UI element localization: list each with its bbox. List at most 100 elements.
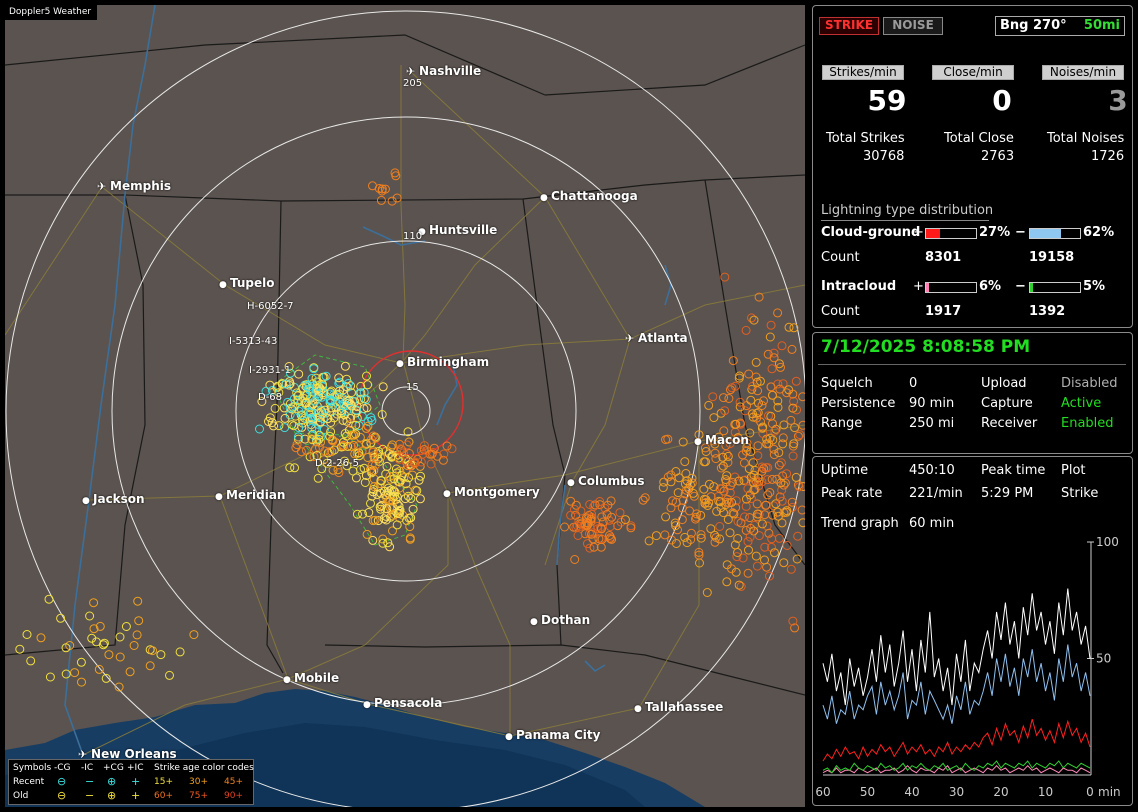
- strike-symbol: [716, 463, 726, 473]
- strike-symbol: [759, 396, 768, 406]
- strike-symbol: [720, 272, 730, 282]
- strike-symbol: [753, 386, 763, 396]
- strike-symbol: [798, 518, 805, 528]
- trend-graph: 1005060 50 40 30 20 10 0 min: [815, 535, 1120, 799]
- strike-symbol: [776, 458, 786, 468]
- city-name: Dothan: [541, 613, 591, 627]
- strike-symbol: [362, 529, 372, 539]
- strike-symbol: [746, 395, 756, 405]
- strike-symbol: [406, 494, 416, 503]
- strike-symbol: [787, 344, 797, 354]
- strike-symbol: [725, 528, 735, 538]
- age-recent-2: 30+: [189, 777, 208, 787]
- y-tick-label: 50: [1096, 652, 1111, 666]
- airport-icon: ✈: [625, 332, 639, 345]
- strike-symbol: [762, 521, 772, 531]
- city-dot-icon: ●: [396, 359, 407, 369]
- datetime: 7/12/2025 8:08:58 PM: [821, 337, 1031, 357]
- intracloud-pos-fill: [926, 283, 929, 292]
- capture-value: Active: [1061, 396, 1102, 411]
- strike-symbol: [741, 501, 751, 511]
- app-title: Doppler5 Weather: [5, 5, 98, 20]
- plot-value[interactable]: Strike: [1061, 486, 1098, 501]
- strike-symbol: [663, 472, 673, 482]
- strike-symbol: [270, 403, 280, 413]
- bearing-range-box[interactable]: Bng 270° 50mi: [995, 16, 1125, 36]
- strike-symbol: [313, 473, 323, 483]
- range-value: 50mi: [1083, 18, 1120, 33]
- city-dot-icon: ●: [634, 704, 645, 714]
- x-tick-label: 10: [1038, 785, 1053, 799]
- upload-value: Disabled: [1061, 376, 1118, 391]
- legend-symbols-label: Symbols: [13, 763, 52, 773]
- strike-symbol: [680, 457, 690, 467]
- close-per-min-value: 0: [992, 84, 1012, 117]
- city-name: Chattanooga: [551, 189, 638, 203]
- strikes-per-min-value: 59: [867, 84, 907, 117]
- strike-symbol: [94, 664, 104, 674]
- total-close-value: 2763: [981, 149, 1015, 164]
- x-tick-label: 30: [949, 785, 964, 799]
- ring-distance-label: 15: [406, 382, 419, 393]
- peak-time-label: Peak time: [981, 463, 1046, 478]
- strike-symbol: [767, 474, 777, 484]
- trend-series-0: [822, 588, 1091, 706]
- strike-symbol: [753, 441, 763, 451]
- trend-graph-label: Trend graph: [821, 516, 899, 531]
- noise-button[interactable]: NOISE: [883, 17, 943, 35]
- strike-symbol: [129, 641, 139, 650]
- strike-symbol: [791, 472, 801, 482]
- city-panama-city: ● Panama City: [505, 728, 600, 742]
- strike-symbol: [76, 657, 86, 667]
- receiver-value: Enabled: [1061, 416, 1114, 431]
- strike-symbol: [45, 672, 55, 682]
- noises-per-min-label: Noises/min: [1042, 65, 1124, 80]
- strike-symbol: [104, 650, 114, 660]
- city-name: Pensacola: [374, 696, 443, 710]
- intracloud-label: Intracloud: [821, 279, 897, 294]
- x-tick-label: 60: [815, 785, 830, 799]
- strike-symbol: [566, 496, 576, 506]
- legend-row-old: Old: [13, 791, 29, 801]
- strike-symbol: [723, 451, 733, 461]
- persistence-value: 90 min: [909, 396, 955, 411]
- strike-symbol: [767, 364, 777, 374]
- strike-symbol: [156, 650, 166, 660]
- strike-symbol: [570, 555, 580, 564]
- strike-symbol: [699, 484, 709, 494]
- strike-symbol: [366, 498, 375, 508]
- total-noises-label: Total Noises: [1047, 131, 1125, 146]
- city-dot-icon: ●: [82, 496, 93, 506]
- strike-symbol: [115, 652, 125, 662]
- strike-symbol: [638, 495, 648, 505]
- recent-pos-cg-icon: ⊕: [107, 775, 117, 788]
- strike-symbol: [661, 512, 671, 522]
- strike-symbol: [296, 404, 306, 414]
- radar-map[interactable]: Doppler5 Weather ✈ Nashville ✈ Memphis ● C…: [5, 5, 805, 807]
- intracloud-neg-bar: [1029, 282, 1081, 293]
- intracloud-neg-fill: [1030, 283, 1033, 292]
- old-pos-ic-icon: +: [131, 789, 141, 802]
- strike-symbol: [788, 451, 798, 461]
- strike-symbol: [751, 372, 761, 382]
- capture-label: Capture: [981, 396, 1033, 411]
- cloud-ground-count-label: Count: [821, 250, 860, 265]
- cloud-ground-neg-pct: 62%: [1083, 225, 1115, 240]
- strike-symbol: [743, 568, 753, 578]
- strike-symbol: [704, 400, 714, 410]
- close-per-min-label: Close/min: [932, 65, 1014, 80]
- strike-symbol: [660, 530, 670, 540]
- strike-button[interactable]: STRIKE: [819, 17, 879, 35]
- age-old-3: 90+: [224, 791, 243, 801]
- strike-symbol: [175, 647, 185, 657]
- city-name: Columbus: [578, 474, 645, 488]
- uptime-label: Uptime: [821, 463, 869, 478]
- strike-symbol: [715, 522, 725, 531]
- trend-series-2: [822, 718, 1091, 762]
- ring-distance-label: 205: [403, 78, 423, 89]
- strike-symbol: [766, 320, 776, 330]
- strike-symbol: [777, 341, 787, 351]
- strike-symbol: [640, 493, 650, 503]
- strike-symbol: [296, 447, 306, 457]
- city-name: Memphis: [110, 179, 172, 193]
